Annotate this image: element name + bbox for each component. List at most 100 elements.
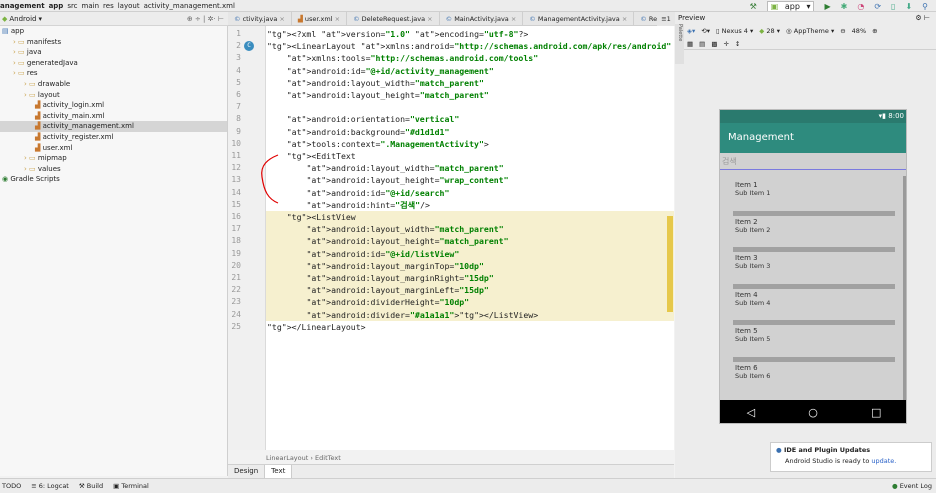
nav-crumb-file[interactable]: activity_management.xml	[144, 2, 235, 10]
build-tab[interactable]: ⚒ Build	[79, 482, 103, 490]
editor-tab[interactable]: © MainActivity.java ×	[440, 12, 524, 25]
panel-settings-icons[interactable]: ⊕ ÷ | ✲· ⊢	[187, 15, 224, 23]
nav-crumb-project[interactable]: anagement	[0, 2, 45, 10]
search-edittext[interactable]: 검색	[720, 154, 906, 170]
event-log-button[interactable]: ● Event Log	[892, 482, 932, 490]
tree-item[interactable]: ▟ activity_register.xml	[0, 132, 227, 143]
nav-crumb-layout[interactable]: layout	[118, 2, 140, 10]
tree-item[interactable]: › ▭ manifests	[0, 37, 227, 48]
blueprint-icon[interactable]: ▤	[699, 40, 705, 48]
code-line[interactable]: "at">android:layout_height="match_parent…	[266, 89, 674, 101]
update-notification[interactable]: ● IDE and Plugin Updates Android Studio …	[770, 442, 932, 472]
code-line[interactable]: "at">android:layout_height="match_parent…	[266, 235, 674, 248]
code-line[interactable]: "at">android:id="@+id/listView"	[266, 247, 674, 260]
context-class-icon[interactable]: C	[244, 41, 254, 52]
tabs-overflow-button[interactable]: ≡1	[657, 12, 675, 26]
zoom-out-icon[interactable]: ⊖	[840, 27, 845, 35]
close-icon[interactable]: ×	[509, 15, 516, 23]
tab-design[interactable]: Design	[228, 465, 266, 478]
update-link[interactable]: update.	[871, 457, 896, 465]
tree-item[interactable]: ▟ activity_management.xml	[0, 121, 227, 132]
project-view-select[interactable]: Android	[9, 15, 36, 23]
list-item[interactable]: Item 3 Sub Item 3	[733, 253, 895, 279]
code-line[interactable]: "at">android:background="#d1d1d1"	[266, 126, 674, 138]
code-line[interactable]: "at">android:layout_width="match_parent"	[266, 223, 674, 236]
code-line[interactable]: "tg"><LinearLayout "at">xmlns:android="h…	[266, 40, 674, 52]
code-line[interactable]: "at">android:layout_marginRight="15dp"	[266, 272, 674, 285]
nav-crumb-main[interactable]: main	[82, 2, 100, 10]
code-line[interactable]: "at">android:orientation="vertical"	[266, 113, 674, 125]
list-scrollbar[interactable]	[903, 176, 906, 400]
tree-item[interactable]: ▟ user.xml	[0, 143, 227, 154]
terminal-tab[interactable]: ▣ Terminal	[113, 482, 149, 490]
tree-item[interactable]: › ▭ generatedJava	[0, 58, 227, 69]
gear-icon[interactable]: ⚙ ⊢	[915, 12, 930, 24]
tree-item[interactable]: ▟ activity_login.xml	[0, 100, 227, 111]
list-item[interactable]: Item 4 Sub Item 4	[733, 289, 895, 316]
api-select[interactable]: ◆ 28 ▾	[759, 27, 780, 35]
code-editor[interactable]: "tg"><?xml "at">version="1.0" "at">encod…	[266, 26, 674, 450]
list-item[interactable]: Item 6 Sub Item 6	[733, 362, 895, 389]
list-item[interactable]: Item 2 Sub Item 2	[733, 216, 895, 243]
zoom-in-icon[interactable]: ⊕	[872, 27, 877, 35]
code-line[interactable]: "at">xmlns:tools="http://schemas.android…	[266, 52, 674, 64]
list-item[interactable]: Item 5 Sub Item 5	[733, 326, 895, 352]
todo-tab[interactable]: TODO	[2, 482, 21, 490]
vertical-arrow-icon[interactable]: ↕	[735, 40, 740, 48]
editor-breadcrumb[interactable]: LinearLayout › EditText	[266, 453, 666, 464]
pan-icon[interactable]: ✛	[723, 40, 728, 48]
close-icon[interactable]: ×	[333, 15, 340, 23]
chevron-down-icon[interactable]: ▾	[38, 15, 42, 23]
editor-tab[interactable]: © ManagementActivity.java ×	[523, 12, 635, 25]
hammer-icon[interactable]: ⚒	[750, 2, 757, 11]
tree-item[interactable]: › ▭ layout	[0, 90, 227, 101]
list-item[interactable]: Item 1 Sub Item 1	[733, 180, 895, 206]
code-line[interactable]: "at">android:dividerHeight="10dp"	[266, 296, 674, 309]
tree-item[interactable]: › ▭ drawable	[0, 79, 227, 90]
code-line[interactable]: "at">android:layout_marginLeft="15dp"	[266, 284, 674, 297]
code-line[interactable]: "tg"><?xml "at">version="1.0" "at">encod…	[266, 28, 674, 40]
code-line[interactable]: "at">android:id="@+id/activity_managemen…	[266, 65, 674, 77]
editor-tab[interactable]: ▟ user.xml ×	[292, 12, 348, 25]
theme-select[interactable]: ◎ AppTheme ▾	[786, 27, 834, 35]
both-surface-icon[interactable]: ▩	[711, 40, 717, 48]
code-line[interactable]: "tg"></LinearLayout>	[266, 321, 674, 333]
debug-icon[interactable]: ✱	[841, 2, 848, 11]
tree-item[interactable]: ▟ activity_main.xml	[0, 111, 227, 122]
orientation-icon[interactable]: ⟲▾	[701, 27, 710, 35]
avd-icon[interactable]: ▯	[891, 2, 895, 11]
close-icon[interactable]: ×	[277, 15, 284, 23]
editor-tab[interactable]: © DeleteRequest.java ×	[347, 12, 440, 25]
tree-item[interactable]: ◉ Gradle Scripts	[0, 174, 227, 185]
sync-icon[interactable]: ⟳	[874, 2, 881, 11]
tree-item[interactable]: › ▭ values	[0, 164, 227, 175]
nav-crumb-res[interactable]: res	[103, 2, 114, 10]
tree-item[interactable]: › ▭ res	[0, 68, 227, 79]
close-icon[interactable]: ×	[425, 15, 432, 23]
profile-icon[interactable]: ◔	[857, 2, 864, 11]
tree-item[interactable]: › ▭ mipmap	[0, 153, 227, 164]
logcat-tab[interactable]: ≡ 6: Logcat	[31, 482, 69, 490]
device-select[interactable]: ▯ Nexus 4 ▾	[716, 27, 753, 35]
run-config-select[interactable]: ▣ app ▾	[766, 0, 815, 11]
editor-tab[interactable]: © ctivity.java ×	[228, 12, 292, 25]
recents-icon[interactable]: □	[871, 406, 881, 419]
palette-strip[interactable]: Palette	[675, 24, 684, 64]
layers-icon[interactable]: ◈▾	[687, 27, 695, 35]
design-surface-icon[interactable]: ▦	[687, 40, 693, 48]
back-icon[interactable]: ◁	[747, 406, 755, 419]
search-icon[interactable]: ⚲	[922, 2, 928, 11]
code-line[interactable]: "at">android:layout_marginTop="10dp"	[266, 259, 674, 272]
list-view[interactable]: Item 1 Sub Item 1 Item 2 Sub Item 2 Item 3 Su…	[720, 170, 906, 400]
nav-crumb-app[interactable]: app	[49, 2, 64, 10]
code-line[interactable]	[266, 101, 674, 113]
close-icon[interactable]: ×	[620, 15, 627, 23]
run-icon[interactable]: ▶	[824, 2, 830, 11]
nav-crumb-src[interactable]: src	[67, 2, 77, 10]
home-icon[interactable]: ○	[808, 406, 818, 419]
sdk-icon[interactable]: ⬇	[905, 2, 912, 11]
tree-item[interactable]: ▤ app	[0, 26, 227, 37]
tree-item[interactable]: › ▭ java	[0, 47, 227, 58]
code-line[interactable]: "at">android:layout_width="match_parent"	[266, 77, 674, 89]
tab-text[interactable]: Text	[265, 465, 293, 478]
